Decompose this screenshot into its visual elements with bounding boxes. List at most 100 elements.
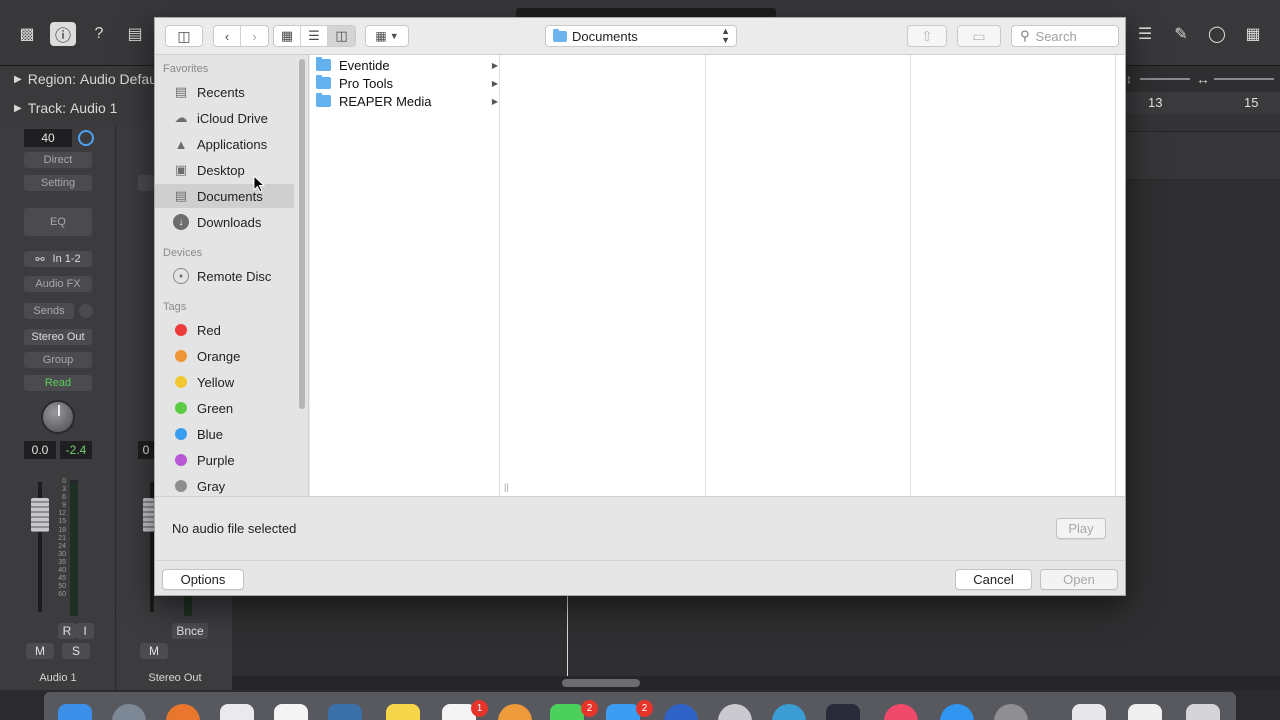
disclosure-triangle-icon[interactable]: ▶ (14, 103, 22, 114)
mail-icon[interactable] (606, 704, 640, 720)
horizontal-scrollbar[interactable] (232, 676, 1280, 690)
sidebar-item-recents[interactable]: ▤ Recents (155, 80, 294, 104)
inspector-icon[interactable]: ⓘ (50, 22, 76, 46)
sidebar-toggle-button[interactable]: ◫ (165, 25, 203, 47)
toolbar-toggle-icon[interactable]: ▤ (122, 22, 148, 46)
disclosure-triangle-icon[interactable]: ▶ (14, 74, 22, 85)
send-knob-icon[interactable] (79, 304, 93, 318)
mute-button[interactable]: M (26, 643, 54, 659)
track-label: Track: (27, 100, 67, 116)
sidebar-tag-purple[interactable]: Purple (155, 448, 294, 472)
trash-icon[interactable] (1186, 704, 1220, 720)
folder-icon (553, 28, 567, 42)
note-pad-icon[interactable]: ✎ (1168, 22, 1194, 46)
tag-button[interactable]: ▭ (957, 25, 1001, 47)
track-lane[interactable] (1126, 132, 1280, 180)
sidebar-item-icloud-drive[interactable]: ☁ iCloud Drive (155, 106, 294, 130)
calendar-icon[interactable] (274, 704, 308, 720)
setting-button[interactable]: Setting (24, 175, 92, 191)
play-button[interactable]: Play (1056, 518, 1106, 539)
sidebar-item-remote-disc[interactable]: ● Remote Disc (155, 264, 294, 288)
messages-icon[interactable] (550, 704, 584, 720)
channel-name: Stereo Out (148, 672, 202, 684)
sidebar-tag-green[interactable]: Green (155, 396, 294, 420)
sidebar-tag-blue[interactable]: Blue (155, 422, 294, 446)
volume-fader[interactable] (143, 498, 154, 532)
tracks-area-lower[interactable] (232, 596, 1280, 676)
volume-fader[interactable] (31, 498, 49, 532)
browser-column[interactable] (719, 55, 911, 496)
sidebar-item-documents[interactable]: ▤ Documents (155, 184, 294, 208)
sidebar-tag-yellow[interactable]: Yellow (155, 370, 294, 394)
search-icon: ⚲ (1020, 28, 1030, 43)
reaper-icon[interactable] (826, 704, 860, 720)
python-icon[interactable] (328, 704, 362, 720)
sidebar-item-desktop[interactable]: ▣ Desktop (155, 158, 294, 182)
input-button[interactable]: ⚯ In 1-2 (24, 251, 92, 267)
input-monitoring-button[interactable]: I (76, 623, 94, 639)
location-popup[interactable]: Documents ▲ ▼ (545, 25, 737, 47)
output-slot[interactable]: Stereo Out (24, 329, 92, 345)
solo-button[interactable]: S (62, 643, 90, 659)
finder-icon[interactable] (58, 704, 92, 720)
document-stack-icon[interactable] (1072, 704, 1106, 720)
icon-view-button[interactable]: ▦ (274, 26, 301, 46)
search-input[interactable]: ⚲ Search (1011, 25, 1119, 47)
browser-column[interactable]: Eventide ▶ Pro Tools ▶ REAPER Media ▶ || (310, 55, 509, 496)
browser-column[interactable] (924, 55, 1116, 496)
record-enable-button[interactable]: R (58, 623, 76, 639)
cancel-button[interactable]: Cancel (955, 569, 1032, 590)
list-item[interactable]: REAPER Media ▶ (310, 92, 500, 110)
notes-icon[interactable] (386, 704, 420, 720)
forward-button[interactable]: › (241, 26, 268, 46)
list-item[interactable]: Pro Tools ▶ (310, 74, 500, 92)
downloads-stack-icon[interactable] (1128, 704, 1162, 720)
bounce-button[interactable]: Bnce (172, 623, 208, 639)
automation-mode[interactable]: Read (24, 375, 92, 391)
audio-preview-bar: No audio file selected Play (155, 496, 1125, 560)
vertical-zoom-icon[interactable]: ↕ (1126, 72, 1136, 86)
loop-browser-icon[interactable]: ◯ (1204, 22, 1230, 46)
bar-ruler[interactable]: 13 15 (1126, 92, 1280, 114)
list-view-button[interactable]: ☰ (301, 26, 328, 46)
back-forward-control: ‹ › (213, 25, 269, 47)
mute-button[interactable]: M (140, 643, 168, 659)
sidebar-item-downloads[interactable]: ↓ Downloads (155, 210, 294, 234)
playhead[interactable] (567, 596, 568, 676)
back-button[interactable]: ‹ (214, 26, 241, 46)
pan-knob[interactable] (41, 400, 75, 434)
audio-fx-slot[interactable]: Audio FX (24, 276, 92, 292)
options-button[interactable]: Options (162, 569, 244, 590)
sidebar-tag-orange[interactable]: Orange (155, 344, 294, 368)
preview-icon[interactable] (220, 704, 254, 720)
zoom-slider[interactable] (1140, 78, 1190, 80)
browser-column[interactable] (514, 55, 706, 496)
sidebar-tag-gray[interactable]: Gray (155, 474, 294, 496)
open-button[interactable]: Open (1040, 569, 1118, 590)
input-monitor-icon[interactable] (78, 130, 94, 146)
eq-button[interactable]: EQ (24, 208, 92, 236)
share-button[interactable]: ⇧ (907, 25, 947, 47)
setting-button[interactable] (138, 175, 154, 191)
sends-slot[interactable]: Sends (24, 303, 74, 319)
group-by-button[interactable]: ▦ ▼ (365, 25, 409, 47)
sidebar-section-devices: Devices (163, 247, 203, 259)
zoom-slider[interactable] (1214, 78, 1274, 80)
list-editors-icon[interactable]: ☰ (1132, 22, 1158, 46)
list-item[interactable]: Eventide ▶ (310, 56, 500, 74)
sidebar-scrollbar[interactable] (299, 59, 305, 409)
column-resize-handle-icon[interactable]: || (504, 482, 509, 492)
volume-value[interactable]: 0.0 (24, 441, 56, 459)
value-lcd[interactable]: 40 (24, 129, 72, 147)
sidebar-item-applications[interactable]: ▲ Applications (155, 132, 294, 156)
volume-value[interactable]: 0 (138, 441, 154, 459)
scroll-thumb[interactable] (562, 679, 640, 687)
horizontal-zoom-icon[interactable]: ↔ (1196, 71, 1210, 87)
group-slot[interactable]: Group (24, 352, 92, 368)
column-view-button[interactable]: ◫ (328, 26, 355, 46)
media-browser-icon[interactable]: ▦ (1240, 22, 1266, 46)
direct-button[interactable]: Direct (24, 152, 92, 168)
library-icon[interactable]: ▩ (14, 22, 40, 46)
quick-help-icon[interactable]: ? (86, 22, 112, 46)
sidebar-tag-red[interactable]: Red (155, 318, 294, 342)
